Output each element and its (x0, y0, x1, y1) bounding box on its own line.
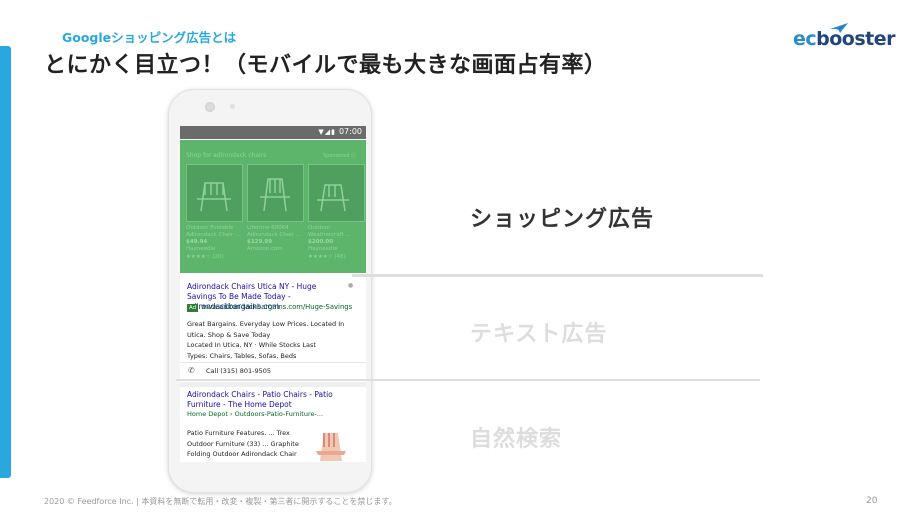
page-number: 20 (866, 496, 878, 506)
call-extension[interactable]: Call (315) 801-9505 (206, 367, 271, 375)
phone-icon[interactable]: ✆ (188, 366, 195, 375)
status-bar: ▼◢▮ 07:00 (180, 126, 366, 139)
chair-thumbnail (310, 425, 352, 462)
ad-description-line: Types: Chairs, Tables, Sofas, Beds (187, 351, 297, 360)
signal-battery-icon: ▼◢▮ (318, 128, 336, 136)
accent-bar (0, 46, 11, 478)
product-store: Amazon.com (247, 246, 283, 252)
sponsored-label: Sponsored ⓘ (322, 153, 356, 159)
result-separator (180, 382, 366, 387)
organic-search-label: 自然検索 (470, 427, 563, 452)
ad-description-line: Great Bargains. Everyday Low Prices. Loc… (187, 320, 345, 339)
phone-screen: ▼◢▮ 07:00 Shop for adirondack chairs Spo… (180, 126, 366, 462)
product-rating: ★★★★☆ (48) (308, 254, 346, 260)
shopping-ad-label: ショッピング広告 (470, 207, 655, 232)
product-price: $49.94 (186, 239, 208, 245)
copyright-footer: 2020 © Feedforce Inc. | 本資料を無断で転用・改変・複製・… (44, 497, 397, 506)
product-rating: ★★★★☆ (20) (186, 254, 224, 260)
product-name: Outdoor Foldable Adirondack Chair ... (186, 225, 240, 238)
front-camera (205, 102, 215, 112)
shopping-header: Shop for adirondack chairs (186, 152, 267, 159)
paper-plane-icon (830, 23, 848, 33)
adirondack-chair-image (247, 164, 304, 222)
product-store: Hayneedle (308, 246, 338, 252)
product-card[interactable]: Lifetime 60064 Adirondack Chair ... $129… (247, 164, 304, 272)
shopping-ads-block[interactable]: Shop for adirondack chairs Sponsored ⓘ O… (180, 140, 366, 273)
product-store: Hayneedle (186, 246, 216, 252)
organic-url: Home Depot › Outdoors-Patio-Furniture-..… (187, 410, 324, 418)
info-icon[interactable]: ● (348, 282, 353, 289)
logo-text-ec: ec (793, 28, 817, 50)
slide-title: とにかく目立つ！（モバイルで最も大きな画面占有率） (44, 53, 607, 78)
adirondack-chair-image (186, 164, 243, 222)
section-divider (352, 274, 763, 277)
ad-description-line: Located In Utica, NY · While Stocks Last (187, 341, 316, 349)
product-name: Outdoor Weathercraft ... (308, 225, 351, 238)
product-price: $129.99 (247, 239, 273, 245)
text-ad-description: Great Bargains. Everyday Low Prices. Loc… (187, 319, 357, 361)
product-card[interactable]: Outdoor Foldable Adirondack Chair ... $4… (186, 164, 243, 272)
ad-badge: Ad (187, 304, 199, 312)
status-time: 07:00 (338, 127, 362, 136)
proximity-sensor (230, 104, 235, 109)
text-ad-url: www.adirondackbargains.com/Huge-Savings (201, 303, 353, 311)
slide-subtitle: Googleショッピング広告とは (62, 30, 237, 45)
organic-description: Patio Furniture Features. ... Trex Outdo… (187, 429, 299, 462)
logo-text-booster: booster (816, 28, 896, 50)
ecbooster-logo: ecbooster (793, 22, 896, 52)
product-price: $200.00 (308, 239, 334, 245)
organic-title-link[interactable]: Adirondack Chairs - Patio Chairs - Patio… (187, 390, 362, 410)
adirondack-chair-image (308, 164, 365, 222)
text-ad-label: テキスト広告 (470, 322, 608, 347)
section-divider (176, 379, 760, 381)
product-card[interactable]: Outdoor Weathercraft ... $200.00 Hayneed… (308, 164, 365, 272)
product-name: Lifetime 60064 Adirondack Chair ... (247, 225, 301, 238)
divider (180, 362, 366, 363)
